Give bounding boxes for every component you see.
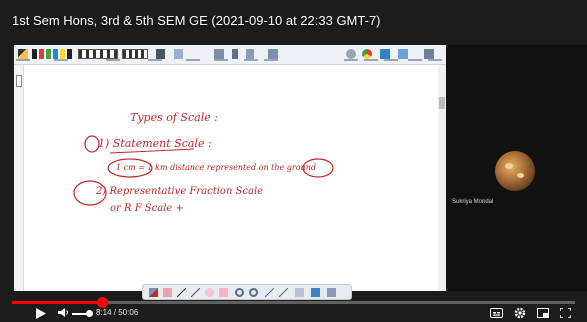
subtitles-icon[interactable] <box>490 308 503 318</box>
whiteboard-canvas[interactable]: Types of Scale : 1) Statement Scale : 1 … <box>24 65 438 300</box>
text-icon[interactable] <box>295 288 304 297</box>
time-current: 8:14 <box>96 308 112 317</box>
pen-icon[interactable] <box>149 288 158 297</box>
whiteboard-toolbar <box>14 45 446 65</box>
camera-icon[interactable] <box>268 49 278 59</box>
arrow-icon[interactable] <box>191 288 200 297</box>
fullscreen-icon[interactable] <box>560 308 571 318</box>
toolbar-caption <box>384 59 398 61</box>
video-title: 1st Sem Hons, 3rd & 5th SEM GE (2021-09-… <box>12 13 381 28</box>
toolbar-caption <box>408 59 422 61</box>
chrome-icon[interactable] <box>362 49 372 59</box>
toolbar-caption <box>54 59 68 61</box>
screenshot-icon[interactable] <box>214 49 224 59</box>
toolbar-caption <box>106 59 120 61</box>
exit-icon[interactable] <box>424 49 434 59</box>
avatar-detail <box>505 163 513 169</box>
toolbar-caption <box>344 59 358 61</box>
time-total: 50:06 <box>118 308 139 317</box>
participant-name: Sukriya Mondal <box>452 199 494 205</box>
eraser-icon[interactable] <box>174 49 183 59</box>
underline-heading <box>109 148 195 154</box>
player-controls: 8:14 / 50:06 <box>0 305 587 322</box>
progress-played <box>12 301 103 304</box>
zoom-out-icon[interactable] <box>249 288 258 297</box>
circle-number-1 <box>84 135 100 153</box>
participant-panel: Sukriya Mondal <box>446 45 587 291</box>
miniplayer-icon[interactable] <box>537 308 549 318</box>
hand-icon[interactable] <box>246 49 254 59</box>
page-sidebar <box>14 65 24 291</box>
toolbar-caption <box>264 59 278 61</box>
avatar-detail <box>517 173 524 178</box>
settings-app-icon[interactable] <box>346 49 356 59</box>
settings-icon[interactable] <box>514 307 526 319</box>
image-icon[interactable] <box>311 288 320 297</box>
line-icon[interactable] <box>177 288 186 297</box>
avatar <box>495 151 535 191</box>
ink-strokes <box>73 135 334 206</box>
highlighter-icon[interactable] <box>163 288 172 297</box>
clip-icon[interactable] <box>232 49 238 59</box>
circle-1cm <box>107 158 153 178</box>
time-display: 8:14 / 50:06 <box>96 308 138 317</box>
pen-tool-icon[interactable] <box>18 49 28 59</box>
scrollbar-thumb[interactable] <box>439 97 445 109</box>
folder-icon[interactable] <box>380 49 390 59</box>
circle-number-2 <box>73 180 107 206</box>
line-width-icon[interactable] <box>78 49 118 59</box>
background-icon[interactable] <box>156 49 165 59</box>
video-player[interactable]: 1st Sem Hons, 3rd & 5th SEM GE (2021-09-… <box>0 0 587 322</box>
toolbar-caption <box>186 59 200 61</box>
toolbar-caption <box>364 59 378 61</box>
toolbar-caption <box>148 59 162 61</box>
page-thumbnail[interactable] <box>16 75 22 87</box>
open-icon[interactable] <box>398 49 408 59</box>
zoom-in-icon[interactable] <box>235 288 244 297</box>
drawing-toolbar <box>142 284 352 300</box>
pointer-icon[interactable] <box>265 288 274 297</box>
toolbar-caption <box>214 59 228 61</box>
color-palette-icon[interactable] <box>32 49 72 59</box>
toolbar-caption <box>428 59 442 61</box>
shape-icon[interactable] <box>205 288 214 297</box>
toolbar-caption <box>244 59 258 61</box>
whiteboard-app: Types of Scale : 1) Statement Scale : 1 … <box>14 45 446 300</box>
minimize-icon[interactable] <box>327 288 336 297</box>
select-icon[interactable] <box>219 288 228 297</box>
progress-bar[interactable] <box>12 297 575 308</box>
dots-icon[interactable] <box>122 49 148 59</box>
volume-knob[interactable] <box>86 310 93 317</box>
toolbar-caption <box>16 59 30 61</box>
play-icon[interactable] <box>36 308 46 319</box>
mute-toggle-icon[interactable] <box>58 307 69 318</box>
vertical-scrollbar[interactable] <box>438 65 446 291</box>
laser-icon[interactable] <box>279 288 288 297</box>
circle-1km <box>302 158 334 178</box>
